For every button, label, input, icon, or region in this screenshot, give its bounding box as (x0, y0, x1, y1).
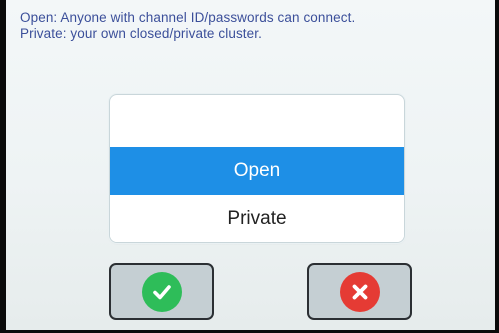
help-text: Open: Anyone with channel ID/passwords c… (20, 10, 490, 42)
help-text-line-open: Open: Anyone with channel ID/passwords c… (20, 10, 356, 25)
confirm-button[interactable] (109, 263, 214, 320)
option-open-label: Open (233, 160, 281, 181)
device-screen: Open: Anyone with channel ID/passwords c… (0, 0, 499, 333)
check-icon (141, 271, 182, 312)
mode-picker[interactable]: Open Private (109, 94, 405, 243)
option-open[interactable]: Open (110, 147, 404, 195)
option-private-label: Private (227, 208, 287, 229)
help-text-line-private: Private: your own closed/private cluster… (20, 26, 262, 41)
close-icon (339, 271, 380, 312)
option-private[interactable]: Private (110, 195, 404, 242)
cancel-button[interactable] (307, 263, 412, 320)
